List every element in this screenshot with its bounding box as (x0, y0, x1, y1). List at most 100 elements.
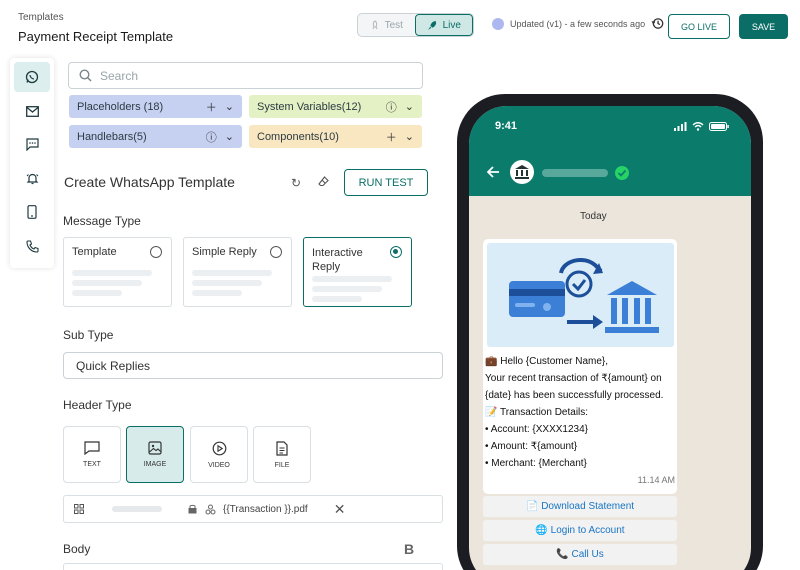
verified-badge-icon (615, 166, 629, 180)
body-editor[interactable] (63, 563, 443, 570)
lock-icon (188, 504, 197, 514)
history-icon[interactable] (651, 17, 664, 30)
rocket-icon (372, 20, 378, 30)
reset-icon[interactable]: ↻ (291, 176, 301, 190)
quick-reply-login-to-account[interactable]: 🌐 Login to Account (483, 520, 677, 541)
chip-handlebars[interactable]: Handlebars(5) ⓘ ⌄ (69, 125, 242, 148)
back-arrow-icon[interactable] (487, 166, 500, 178)
chip-components[interactable]: Components(10) ＋ ⌄ (249, 125, 422, 148)
mode-test-label: Test (384, 19, 403, 31)
chevron-down-icon[interactable]: ⌄ (405, 130, 414, 143)
page-title: Payment Receipt Template (18, 29, 174, 44)
chevron-down-icon[interactable]: ⌄ (405, 100, 414, 113)
message-line: {date} has been successfully processed. (485, 390, 664, 401)
rail-item-email[interactable] (14, 96, 50, 126)
rail-item-push[interactable] (14, 197, 50, 227)
mode-live-label: Live (442, 19, 461, 31)
message-line: • Merchant: {Merchant} (485, 458, 587, 469)
file-name: {{Transaction }}.pdf (223, 503, 308, 515)
mobile-icon (27, 205, 37, 219)
message-bubble: 💼 Hello {Customer Name}, Your recent tra… (483, 239, 677, 494)
mail-icon (25, 105, 39, 117)
message-line: Your recent transaction of ₹{amount} on (485, 373, 662, 384)
save-button[interactable]: SAVE (739, 14, 788, 39)
bold-tool[interactable]: B (404, 541, 414, 557)
image-icon (148, 441, 162, 455)
run-test-button[interactable]: RUN TEST (344, 169, 428, 196)
sub-type-select[interactable]: Quick Replies (63, 352, 443, 379)
eraser-icon[interactable] (318, 176, 329, 187)
quick-reply-call-us[interactable]: 📞 Call Us (483, 544, 677, 565)
contact-name-placeholder (542, 169, 608, 177)
radio-button[interactable] (390, 246, 402, 258)
channel-rail (10, 58, 54, 268)
header-type-label: IMAGE (143, 461, 167, 468)
chevron-down-icon[interactable]: ⌄ (225, 130, 234, 143)
rail-item-notification[interactable] (14, 163, 50, 193)
avatar (492, 17, 504, 30)
search-field[interactable]: Search (68, 62, 423, 89)
rail-item-voice[interactable] (14, 231, 50, 261)
message-type-template[interactable]: Template (63, 237, 172, 307)
info-icon[interactable]: ⓘ (206, 129, 217, 145)
plus-icon[interactable]: ＋ (386, 129, 397, 145)
wifi-icon (692, 122, 704, 131)
attached-file-row: {{Transaction }}.pdf ✕ (63, 495, 443, 523)
quick-reply-download-statement[interactable]: 📄 Download Statement (483, 496, 677, 517)
document-icon (276, 440, 288, 456)
rocket-icon (427, 20, 436, 30)
text-message-icon (84, 441, 100, 455)
header-type-video[interactable]: VIDEO (190, 426, 248, 483)
payment-illustration (509, 257, 659, 333)
rail-item-sms[interactable] (14, 129, 50, 159)
bell-icon (26, 173, 38, 184)
message-line: 💼 Hello {Customer Name}, (485, 356, 609, 367)
header-type-image[interactable]: IMAGE (126, 426, 184, 483)
message-line: 📝 Transaction Details: (485, 407, 589, 418)
mode-test-option[interactable]: Test (358, 14, 415, 36)
header-type-label: FILE (274, 461, 290, 469)
search-icon (79, 69, 92, 82)
breadcrumb[interactable]: Templates (18, 12, 64, 23)
message-time: 11.14 AM (637, 475, 675, 485)
message-type-interactive-reply[interactable]: Interactive Reply (303, 237, 412, 307)
card-title: Interactive Reply (312, 247, 363, 273)
plus-icon[interactable]: ＋ (206, 99, 217, 115)
radio-button[interactable] (270, 246, 282, 258)
chip-placeholders[interactable]: Placeholders (18) ＋ ⌄ (69, 95, 242, 118)
bank-avatar (510, 160, 534, 184)
chip-label: System Variables(12) (257, 100, 362, 113)
mode-live-option[interactable]: Live (414, 14, 473, 36)
editor-heading: Create WhatsApp Template (64, 174, 235, 190)
search-placeholder: Search (100, 68, 139, 83)
grid-icon (74, 504, 84, 514)
header-type-file[interactable]: FILE (253, 426, 311, 483)
date-chip: Today (580, 211, 607, 222)
link-icon (205, 504, 216, 514)
updated-text: Updated (v1) - a few seconds ago (510, 18, 646, 29)
chip-label: Placeholders (18) (77, 100, 164, 113)
header-image (487, 243, 674, 347)
chat-header: 9:41 (469, 106, 751, 196)
sub-type-label: Sub Type (63, 328, 114, 342)
header-type-text[interactable]: TEXT (63, 426, 121, 483)
close-icon[interactable]: ✕ (334, 501, 346, 518)
whatsapp-icon (25, 70, 39, 84)
message-type-simple-reply[interactable]: Simple Reply (183, 237, 292, 307)
radio-button[interactable] (150, 246, 162, 258)
chip-system-variables[interactable]: System Variables(12) ⓘ ⌄ (249, 95, 422, 118)
info-icon[interactable]: ⓘ (386, 99, 397, 115)
rail-item-whatsapp[interactable] (14, 62, 50, 92)
message-line: • Amount: ₹{amount} (485, 441, 578, 452)
message-type-label: Message Type (63, 214, 141, 228)
message-text: 💼 Hello {Customer Name}, Your recent tra… (485, 353, 677, 472)
bank-icon (515, 165, 529, 179)
battery-icon (709, 122, 729, 131)
chip-label: Components(10) (257, 130, 339, 143)
chevron-down-icon[interactable]: ⌄ (225, 100, 234, 113)
message-line: • Account: {XXXX1234} (485, 424, 589, 435)
body-label: Body (63, 542, 91, 556)
go-live-button[interactable]: GO LIVE (668, 14, 730, 39)
header-type-label: VIDEO (208, 461, 230, 469)
signal-icon (674, 122, 687, 131)
